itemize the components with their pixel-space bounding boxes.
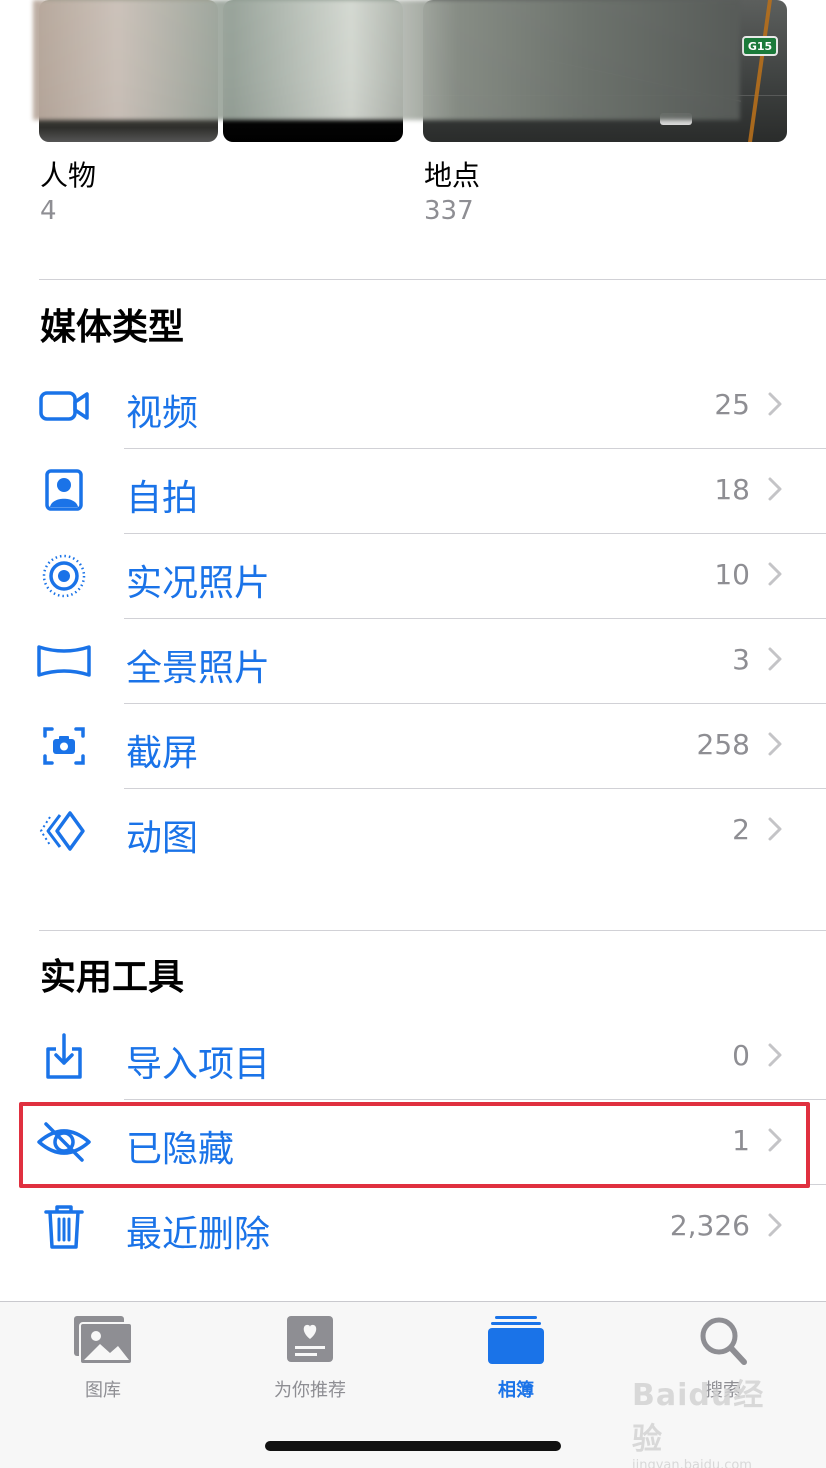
media-row-animated[interactable]: 动图 2	[0, 789, 826, 874]
chevron-right-icon	[768, 562, 782, 586]
media-row-label: 截屏	[126, 733, 199, 774]
tab-for-you[interactable]: 为你推荐	[240, 1314, 380, 1402]
media-row-videos[interactable]: 视频 25	[0, 364, 826, 449]
albums-icon	[485, 1314, 547, 1366]
tab-albums[interactable]: 相簿	[446, 1314, 586, 1402]
section-divider	[39, 279, 826, 280]
animated-icon	[36, 803, 92, 859]
media-row-label: 全景照片	[126, 648, 271, 689]
trash-icon	[36, 1199, 92, 1255]
import-icon	[36, 1029, 92, 1085]
tab-label: 为你推荐	[274, 1380, 346, 1401]
live-photo-icon	[36, 548, 92, 604]
blurred-overlay	[33, 0, 740, 120]
utility-row-count: 0	[732, 1039, 750, 1072]
tab-label: 图库	[85, 1380, 121, 1401]
media-row-live-photos[interactable]: 实况照片 10	[0, 534, 826, 619]
home-indicator[interactable]	[265, 1441, 561, 1451]
hidden-row-highlight-box	[19, 1102, 810, 1188]
search-icon	[692, 1314, 754, 1366]
tab-label: 相簿	[498, 1380, 534, 1401]
places-album-title[interactable]: 地点	[424, 154, 480, 194]
media-row-count: 258	[696, 728, 750, 761]
chevron-right-icon	[768, 477, 782, 501]
media-row-label: 实况照片	[126, 563, 271, 604]
chevron-right-icon	[768, 1213, 782, 1237]
media-row-label: 自拍	[126, 478, 199, 519]
section-divider	[39, 930, 826, 931]
media-row-count: 10	[714, 558, 750, 591]
watermark-main: Baidu经验	[632, 1378, 765, 1457]
chevron-right-icon	[768, 392, 782, 416]
people-album-title[interactable]: 人物	[40, 154, 96, 194]
utility-row-count: 2,326	[669, 1209, 750, 1242]
chevron-right-icon	[768, 732, 782, 756]
media-row-count: 25	[714, 388, 750, 421]
baidu-jingyan-watermark: Baidu经验 jingyan.baidu.com	[632, 1370, 792, 1468]
tab-library[interactable]: 图库	[33, 1314, 173, 1402]
screenshot-icon	[36, 718, 92, 774]
watermark-sub: jingyan.baidu.com	[632, 1458, 752, 1468]
photo-library-icon	[72, 1314, 134, 1366]
media-row-count: 18	[714, 473, 750, 506]
utility-row-imports[interactable]: 导入项目 0	[0, 1015, 826, 1100]
for-you-icon	[279, 1314, 341, 1366]
media-row-screenshots[interactable]: 截屏 258	[0, 704, 826, 789]
media-types-heading: 媒体类型	[40, 307, 185, 348]
chevron-right-icon	[768, 1043, 782, 1067]
places-album-count: 337	[424, 196, 474, 226]
media-row-count: 3	[732, 643, 750, 676]
media-row-panoramas[interactable]: 全景照片 3	[0, 619, 826, 704]
media-row-count: 2	[732, 813, 750, 846]
utility-row-label: 导入项目	[126, 1044, 271, 1085]
people-album-count: 4	[40, 196, 57, 226]
utility-row-label: 最近删除	[126, 1214, 271, 1255]
media-row-selfies[interactable]: 自拍 18	[0, 449, 826, 534]
panorama-icon	[36, 633, 92, 689]
video-camera-icon	[36, 378, 92, 434]
selfie-portrait-icon	[36, 463, 92, 519]
media-row-label: 视频	[126, 393, 199, 434]
chevron-right-icon	[768, 647, 782, 671]
utilities-heading: 实用工具	[40, 957, 185, 998]
map-highway-badge: G15	[742, 36, 778, 56]
utility-row-recently-deleted[interactable]: 最近删除 2,326	[0, 1185, 826, 1270]
chevron-right-icon	[768, 817, 782, 841]
media-row-label: 动图	[126, 818, 199, 859]
